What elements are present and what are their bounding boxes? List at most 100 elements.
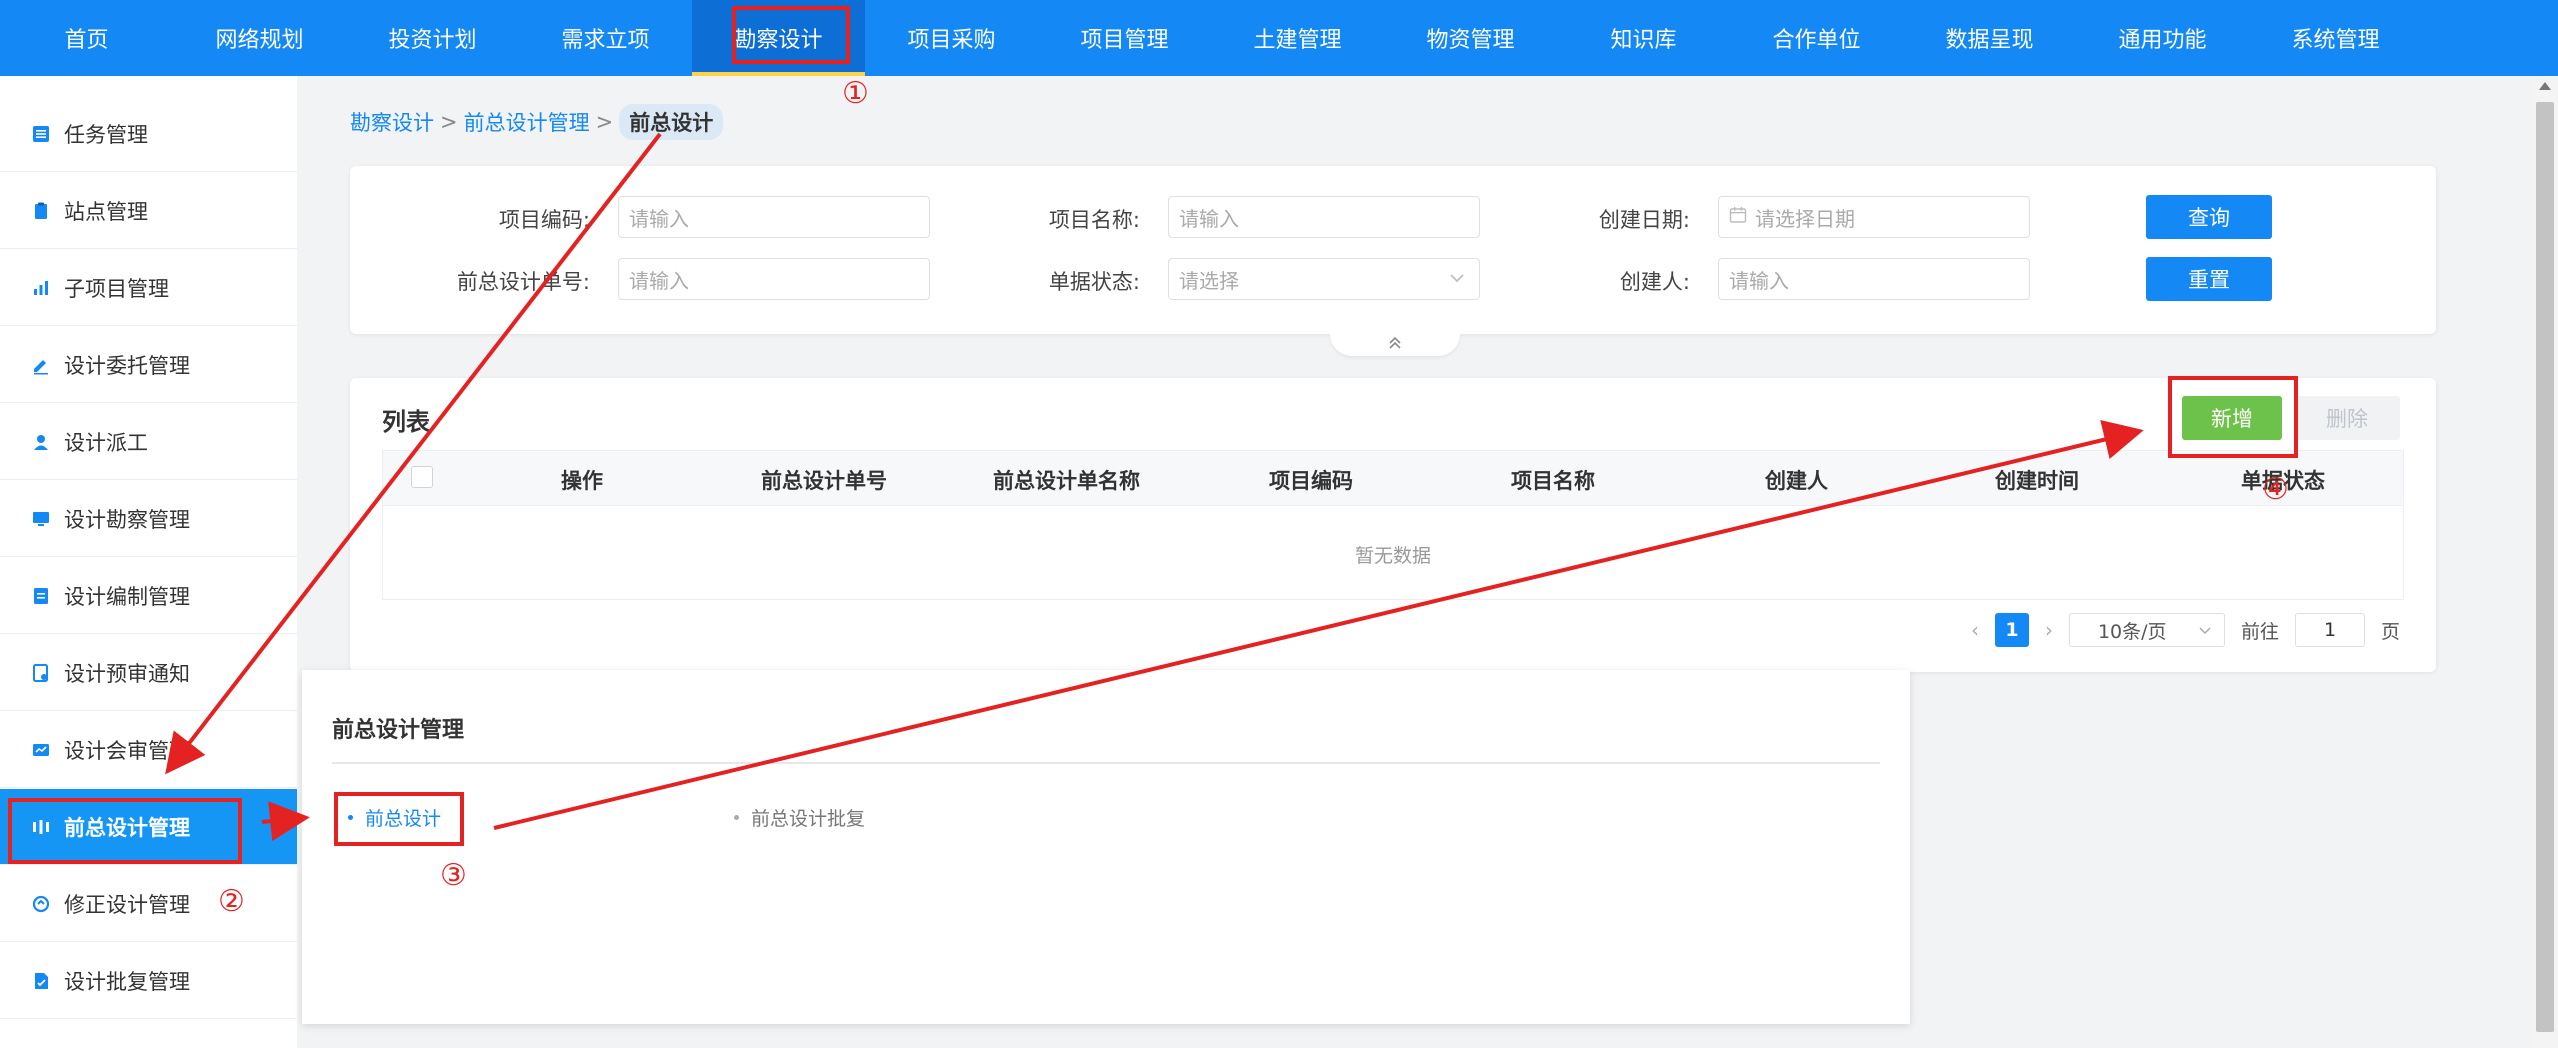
flyout-item-preliminary-design-approval[interactable]: 前总设计批复 [734,804,865,831]
flyout-item-label: 前总设计批复 [751,808,866,830]
creator-label: 创建人: [1619,270,1690,294]
nav-item-network-planning[interactable]: 网络规划 [173,0,346,76]
annotation-step2: ② [218,884,245,919]
flyout-title: 前总设计管理 [332,718,465,743]
status-label: 单据状态: [1048,270,1140,294]
nav-item-knowledge-base[interactable]: 知识库 [1557,0,1730,76]
chevron-down-icon [1449,268,1465,293]
column-header: 创建时间 [1995,469,2079,493]
sidebar-item-label: 设计勘察管理 [64,507,190,532]
sidebar-item-design-joint-review[interactable]: 设计会审管理 [0,712,297,788]
nav-item-investment-plan[interactable]: 投资计划 [346,0,519,76]
flyout-divider [332,762,1880,764]
nav-item-general-functions[interactable]: 通用功能 [2076,0,2249,76]
chevron-down-icon [2198,620,2212,645]
column-header: 项目编码 [1269,469,1353,493]
nav-item-home[interactable]: 首页 [0,0,173,76]
design-number-label: 前总设计单号: [456,270,590,294]
project-code-input[interactable]: 请输入 [618,196,930,238]
sidebar-item-revised-design[interactable]: 修正设计管理 [0,866,297,942]
collapse-toggle[interactable] [1330,334,1460,356]
create-date-label: 创建日期: [1598,208,1690,232]
bullet-dot [734,815,739,820]
revise-icon [30,893,52,915]
sidebar-item-site-management[interactable]: 站点管理 [0,173,297,249]
breadcrumb-link-survey-design[interactable]: 勘察设计 [350,107,434,137]
chevron-right-icon[interactable]: › [2045,618,2053,642]
breadcrumb-separator: > [595,110,614,134]
breadcrumb: 勘察设计 > 前总设计管理 > 前总设计 [350,104,724,140]
create-date-placeholder: 请选择日期 [1755,206,1855,231]
sidebar-item-label: 修正设计管理 [64,892,190,917]
sidebar-item-label: 设计会审管理 [64,738,190,763]
sidebar-item-label: 设计编制管理 [64,584,190,609]
status-select[interactable]: 请选择 [1168,258,1480,300]
annotation-box-step2 [8,798,242,864]
column-header: 操作 [561,469,603,493]
filter-panel: 项目编码: 请输入 项目名称: 请输入 创建日期: 请选择日期 查询 前总设计单… [350,166,2436,334]
list-panel: 列表 新增 删除 操作 前总设计单号 前总设计单名称 项目编码 项目名称 创建人… [350,378,2436,672]
document-icon [30,585,52,607]
creator-input[interactable]: 请输入 [1718,258,2030,300]
sidebar-item-label: 站点管理 [64,199,148,224]
reset-button[interactable]: 重置 [2146,257,2272,301]
nav-item-materials[interactable]: 物资管理 [1384,0,1557,76]
sidebar-item-task-management[interactable]: 任务管理 [0,96,297,172]
page-unit-label: 页 [2380,620,2400,643]
nav-item-data-presentation[interactable]: 数据呈现 [1903,0,2076,76]
breadcrumb-current: 前总设计 [619,104,724,140]
sidebar-item-design-prereview[interactable]: 设计预审通知 [0,635,297,711]
sidebar-item-design-survey[interactable]: 设计勘察管理 [0,481,297,557]
nav-item-procurement[interactable]: 项目采购 [865,0,1038,76]
annotation-box-step3 [334,792,464,846]
creator-placeholder: 请输入 [1729,268,1789,293]
project-name-label: 项目名称: [1048,208,1140,232]
page-size-value: 10条/页 [2097,620,2167,643]
column-header: 前总设计单号 [761,469,887,493]
sidebar-item-design-dispatch[interactable]: 设计派工 [0,404,297,480]
project-code-placeholder: 请输入 [629,206,689,231]
nav-item-demand-project[interactable]: 需求立项 [519,0,692,76]
sidebar-item-design-approval[interactable]: 设计批复管理 [0,943,297,1019]
column-header: 前总设计单名称 [993,469,1140,493]
scrollbar[interactable] [2532,76,2558,1048]
clipboard-icon [30,200,52,222]
user-icon [30,431,52,453]
goto-label: 前往 [2240,620,2279,643]
select-all-checkbox[interactable] [411,466,433,488]
pagination: ‹ 1 › 10条/页 前往 1 页 [1971,610,2400,650]
delete-button: 删除 [2294,396,2400,440]
goto-page-input[interactable]: 1 [2294,613,2365,647]
nav-item-project-management[interactable]: 项目管理 [1038,0,1211,76]
sidebar-item-label: 任务管理 [64,122,148,147]
query-button[interactable]: 查询 [2146,195,2272,239]
design-number-input[interactable]: 请输入 [618,258,930,300]
nav-item-partners[interactable]: 合作单位 [1730,0,1903,76]
double-chevron-up-icon [1386,335,1404,355]
page-number-current[interactable]: 1 [1994,613,2029,647]
scroll-up-arrow-icon[interactable] [2539,82,2551,90]
sidebar-item-design-commission[interactable]: 设计委托管理 [0,327,297,403]
project-name-input[interactable]: 请输入 [1168,196,1480,238]
chevron-left-icon[interactable]: ‹ [1971,618,1979,642]
create-date-picker[interactable]: 请选择日期 [1718,196,2030,238]
project-code-label: 项目编码: [498,208,590,232]
sidebar-item-design-compilation[interactable]: 设计编制管理 [0,558,297,634]
annotation-step1: ① [842,76,869,111]
column-header: 项目名称 [1511,469,1595,493]
scrollbar-thumb[interactable] [2536,102,2554,1032]
annotation-step4: ④ [2262,472,2289,507]
bar-chart-icon [30,277,52,299]
sidebar-item-subproject-management[interactable]: 子项目管理 [0,250,297,326]
sidebar-item-label: 设计预审通知 [64,661,190,686]
sidebar-item-label: 设计批复管理 [64,969,190,994]
data-table: 操作 前总设计单号 前总设计单名称 项目编码 项目名称 创建人 创建时间 单据状… [382,450,2404,600]
edit-icon [30,354,52,376]
nav-item-civil-engineering[interactable]: 土建管理 [1211,0,1384,76]
nav-item-system-management[interactable]: 系统管理 [2249,0,2422,76]
submenu-flyout: 前总设计管理 前总设计 前总设计批复 [302,670,1910,1024]
breadcrumb-link-preliminary-design-management[interactable]: 前总设计管理 [464,107,590,137]
page-size-select[interactable]: 10条/页 [2068,613,2225,647]
notice-icon [30,662,52,684]
annotation-step3: ③ [440,858,467,893]
